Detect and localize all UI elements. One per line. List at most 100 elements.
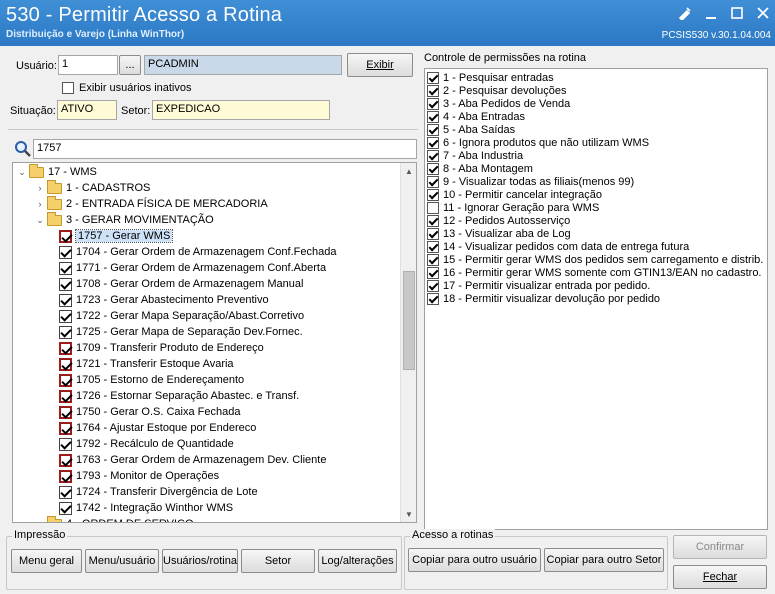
tree-item[interactable]: 1792 - Recálculo de Quantidade — [53, 436, 234, 452]
search-input[interactable]: 1757 — [33, 139, 417, 159]
permission-item[interactable]: 11 - Ignorar Geração para WMS — [427, 201, 599, 214]
permission-checkbox[interactable] — [427, 149, 439, 162]
tree-item[interactable]: 1725 - Gerar Mapa de Separação Dev.Forne… — [53, 324, 303, 340]
tree-item-checkbox[interactable] — [59, 245, 72, 259]
tree-item[interactable]: 1763 - Gerar Ordem de Armazenagem Dev. C… — [53, 452, 326, 468]
tree-item-checkbox[interactable] — [59, 405, 72, 419]
permission-checkbox[interactable] — [427, 227, 439, 240]
tree-item[interactable]: 1771 - Gerar Ordem de Armazenagem Conf.A… — [53, 260, 326, 276]
tree-item-checkbox[interactable] — [59, 485, 72, 499]
tree-item[interactable]: 1757 - Gerar WMS — [53, 228, 174, 244]
permission-checkbox[interactable] — [427, 123, 439, 136]
pin-icon[interactable] — [677, 5, 693, 21]
menu-usuario-button[interactable]: Menu/usuário — [85, 549, 159, 573]
tree-item[interactable]: 1721 - Transferir Estoque Avaria — [53, 356, 234, 372]
permission-checkbox[interactable] — [427, 240, 439, 253]
tree-folder[interactable]: ⌄ 17 - WMS — [17, 163, 97, 180]
tree-item[interactable]: 1709 - Transferir Produto de Endereço — [53, 340, 264, 356]
permission-checkbox[interactable] — [427, 175, 439, 188]
permission-checkbox[interactable] — [427, 162, 439, 175]
expand-arrow-icon[interactable]: › — [35, 183, 45, 193]
tree-item[interactable]: 1722 - Gerar Mapa Separação/Abast.Corret… — [53, 308, 304, 324]
tree-folder[interactable]: › 2 - ENTRADA FÍSICA DE MERCADORIA — [35, 195, 268, 212]
show-inactive-checkbox[interactable] — [62, 82, 74, 94]
browse-user-button[interactable]: ... — [119, 55, 141, 75]
permissions-list[interactable]: 1 - Pesquisar entradas 2 - Pesquisar devo… — [424, 68, 768, 530]
permission-item[interactable]: 8 - Aba Montagem — [427, 162, 533, 175]
permission-checkbox[interactable] — [427, 201, 439, 214]
permission-checkbox[interactable] — [427, 188, 439, 201]
tree-item[interactable]: 1750 - Gerar O.S. Caixa Fechada — [53, 404, 240, 420]
permission-item[interactable]: 17 - Permitir visualizar entrada por ped… — [427, 279, 650, 292]
permission-checkbox[interactable] — [427, 110, 439, 123]
tree-item[interactable]: 1726 - Estornar Separação Abastec. e Tra… — [53, 388, 299, 404]
tree-item[interactable]: 1708 - Gerar Ordem de Armazenagem Manual — [53, 276, 303, 292]
scroll-up-icon[interactable]: ▲ — [401, 163, 416, 179]
permission-item[interactable]: 2 - Pesquisar devoluções — [427, 84, 567, 97]
permission-item[interactable]: 14 - Visualizar pedidos com data de entr… — [427, 240, 689, 253]
tree-item-checkbox[interactable] — [59, 357, 72, 371]
permission-checkbox[interactable] — [427, 214, 439, 227]
permission-checkbox[interactable] — [427, 253, 439, 266]
tree-item-checkbox[interactable] — [59, 293, 72, 307]
tree-item[interactable]: 1723 - Gerar Abastecimento Preventivo — [53, 292, 269, 308]
tree-item[interactable]: 1742 - Integração Winthor WMS — [53, 500, 233, 516]
tree-item-checkbox[interactable] — [59, 421, 72, 435]
tree-item-checkbox[interactable] — [59, 261, 72, 275]
confirm-button[interactable]: Confirmar — [673, 535, 767, 559]
permission-item[interactable]: 13 - Visualizar aba de Log — [427, 227, 571, 240]
permission-item[interactable]: 12 - Pedidos Autosserviço — [427, 214, 570, 227]
permission-item[interactable]: 15 - Permitir gerar WMS dos pedidos sem … — [427, 253, 763, 266]
tree-folder[interactable]: › 4 - ORDEM DE SERVICO — [35, 515, 194, 522]
tree-item[interactable]: 1764 - Ajustar Estoque por Endereco — [53, 420, 256, 436]
tree-item-checkbox[interactable] — [59, 277, 72, 291]
close-button[interactable]: Fechar — [673, 565, 767, 589]
routine-tree[interactable]: ⌄ 17 - WMS › 1 - CADASTROS › 2 - ENTRADA FÍSI… — [12, 162, 417, 523]
tree-item[interactable]: 1705 - Estorno de Endereçamento — [53, 372, 244, 388]
expand-arrow-icon[interactable]: › — [35, 199, 45, 209]
copy-user-button[interactable]: Copiar para outro usuário — [408, 548, 541, 572]
minimize-icon[interactable] — [703, 5, 719, 21]
collapse-arrow-icon[interactable]: ⌄ — [35, 215, 45, 226]
tree-item-checkbox[interactable] — [59, 469, 72, 483]
collapse-arrow-icon[interactable]: ⌄ — [17, 167, 27, 178]
tree-folder[interactable]: ⌄ 3 - GERAR MOVIMENTAÇÃO — [35, 211, 214, 228]
permission-item[interactable]: 4 - Aba Entradas — [427, 110, 525, 123]
user-id-field[interactable]: 1 — [58, 55, 118, 75]
permission-item[interactable]: 1 - Pesquisar entradas — [427, 71, 554, 84]
usuarios-rotina-button[interactable]: Usuários/rotina — [162, 549, 238, 573]
close-icon[interactable] — [755, 5, 771, 21]
tree-item-checkbox[interactable] — [59, 325, 72, 339]
tree-item-checkbox[interactable] — [59, 453, 72, 467]
show-button[interactable]: Exibir — [347, 53, 413, 77]
menu-geral-button[interactable]: Menu geral — [11, 549, 82, 573]
permission-item[interactable]: 5 - Aba Saídas — [427, 123, 515, 136]
tree-folder[interactable]: › 1 - CADASTROS — [35, 179, 150, 196]
permission-item[interactable]: 6 - Ignora produtos que não utilizam WMS — [427, 136, 649, 149]
scroll-down-icon[interactable]: ▼ — [401, 506, 416, 522]
tree-item-checkbox[interactable] — [59, 437, 72, 451]
permission-checkbox[interactable] — [427, 279, 439, 292]
tree-item-checkbox[interactable] — [59, 501, 72, 515]
permission-item[interactable]: 3 - Aba Pedidos de Venda — [427, 97, 570, 110]
permission-item[interactable]: 18 - Permitir visualizar devolução por p… — [427, 292, 660, 305]
permission-checkbox[interactable] — [427, 97, 439, 110]
permission-item[interactable]: 16 - Permitir gerar WMS somente com GTIN… — [427, 266, 762, 279]
tree-item-checkbox[interactable] — [59, 389, 72, 403]
permission-checkbox[interactable] — [427, 71, 439, 84]
permission-checkbox[interactable] — [427, 136, 439, 149]
permission-checkbox[interactable] — [427, 292, 439, 305]
permission-checkbox[interactable] — [427, 266, 439, 279]
log-alteracoes-button[interactable]: Log/alterações — [318, 549, 397, 573]
copy-sector-button[interactable]: Copiar para outro Setor — [544, 548, 664, 572]
tree-item[interactable]: 1724 - Transferir Divergência de Lote — [53, 484, 258, 500]
permission-item[interactable]: 10 - Permitir cancelar integração — [427, 188, 602, 201]
permission-item[interactable]: 7 - Aba Industria — [427, 149, 523, 162]
expand-arrow-icon[interactable]: › — [35, 519, 45, 522]
tree-item[interactable]: 1704 - Gerar Ordem de Armazenagem Conf.F… — [53, 244, 336, 260]
maximize-icon[interactable] — [729, 5, 745, 21]
tree-item-checkbox[interactable] — [59, 373, 72, 387]
permission-checkbox[interactable] — [427, 84, 439, 97]
permission-item[interactable]: 9 - Visualizar todas as filiais(menos 99… — [427, 175, 634, 188]
tree-scrollbar[interactable]: ▲ ▼ — [400, 163, 416, 522]
